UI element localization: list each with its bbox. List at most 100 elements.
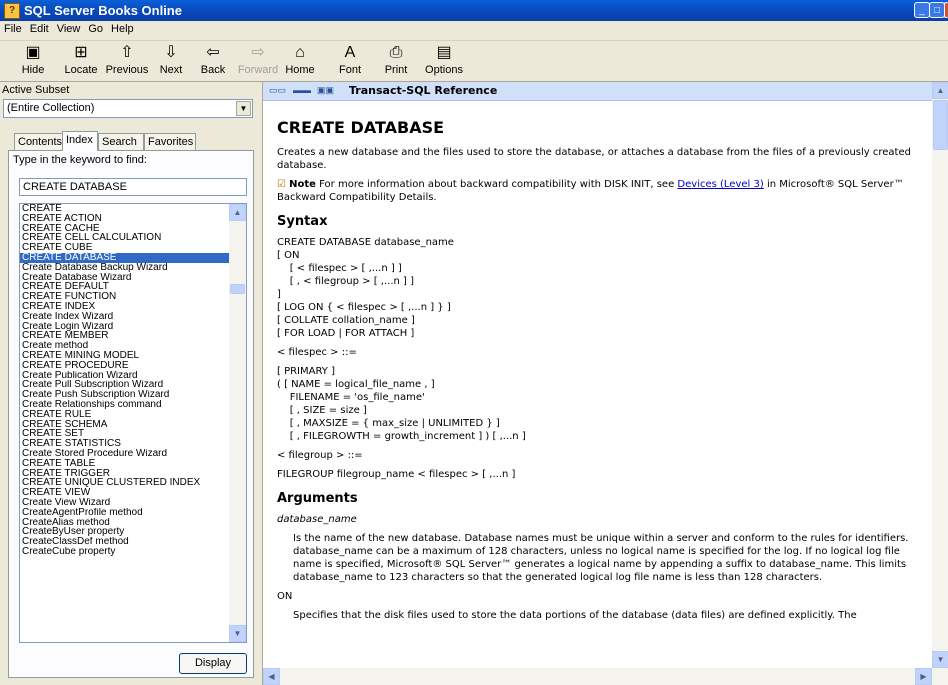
forward-icon: ⇨: [251, 44, 265, 61]
index-item[interactable]: CREATE MINING MODEL: [20, 351, 230, 361]
code-line: [ , SIZE = size ]: [277, 405, 367, 416]
scroll-left-icon[interactable]: ◀: [263, 668, 280, 685]
close-button[interactable]: [944, 2, 948, 18]
index-item[interactable]: CREATE VIEW: [20, 488, 230, 498]
filespec-block: [ PRIMARY ] ( [ NAME = logical_file_name …: [277, 365, 927, 443]
active-subset-label: Active Subset: [2, 84, 70, 96]
scroll-down-icon[interactable]: ▼: [932, 651, 948, 668]
index-item[interactable]: CREATE TABLE: [20, 459, 230, 469]
index-item[interactable]: CreateAgentProfile method: [20, 508, 230, 518]
topic-horizontal-scrollbar[interactable]: ◀ ▶: [263, 668, 948, 685]
index-item[interactable]: CREATE FUNCTION: [20, 292, 230, 302]
menu-view[interactable]: View: [53, 21, 85, 35]
see-also-icon[interactable]: ▭▭: [269, 84, 286, 96]
index-item[interactable]: CREATE DATABASE: [20, 252, 230, 263]
arguments-heading: Arguments: [277, 491, 358, 506]
display-button[interactable]: Display: [179, 653, 247, 674]
index-item[interactable]: CreateClassDef method: [20, 537, 230, 547]
index-item[interactable]: CREATE SCHEMA: [20, 420, 230, 430]
topic-intro: Creates a new database and the files use…: [277, 147, 911, 171]
back-button[interactable]: ⇦ Back: [197, 43, 229, 79]
chevron-down-icon[interactable]: ▼: [236, 101, 251, 116]
options-button[interactable]: ▤ Options: [424, 43, 464, 79]
index-item[interactable]: CREATE SET: [20, 429, 230, 439]
index-item[interactable]: CREATE TRIGGER: [20, 469, 230, 479]
previous-button[interactable]: ⇧ Previous: [104, 43, 150, 79]
index-item[interactable]: Create Pull Subscription Wizard: [20, 380, 230, 390]
arg-database-name: database_name: [277, 514, 357, 525]
font-button[interactable]: A Font: [334, 43, 366, 79]
index-item[interactable]: Create Relationships command: [20, 400, 230, 410]
code-line: [ COLLATE collation_name ]: [277, 315, 415, 326]
scroll-right-icon[interactable]: ▶: [915, 668, 932, 685]
scroll-up-icon[interactable]: ▲: [932, 82, 948, 99]
active-subset-dropdown[interactable]: (Entire Collection) ▼: [3, 99, 253, 118]
code-line: [ < filespec > [ ,...n ] ]: [277, 263, 402, 274]
arg-database-name-desc: Is the name of the new database. Databas…: [293, 533, 909, 583]
topic-vertical-scrollbar[interactable]: ▲ ▼: [932, 82, 948, 685]
index-list[interactable]: CREATE CREATE ACTION CREATE CACHE CREATE CE…: [19, 203, 247, 643]
note-label: Note: [289, 179, 316, 190]
previous-icon: ⇧: [120, 44, 134, 61]
sync-topic-icon[interactable]: ▣▣: [317, 84, 334, 96]
maximize-button[interactable]: □: [929, 2, 945, 18]
index-item[interactable]: CREATE CACHE: [20, 224, 230, 234]
window-title: SQL Server Books Online: [24, 3, 182, 18]
index-item[interactable]: Create Stored Procedure Wizard: [20, 449, 230, 459]
keyword-input[interactable]: CREATE DATABASE: [19, 178, 247, 196]
menu-bar: File Edit View Go Help: [0, 21, 948, 41]
index-item[interactable]: CREATE INDEX: [20, 302, 230, 312]
minimize-button[interactable]: _: [914, 2, 930, 18]
scroll-down-icon[interactable]: ▼: [229, 625, 246, 642]
forward-button[interactable]: ⇨ Forward: [235, 43, 281, 79]
menu-help[interactable]: Help: [107, 21, 138, 35]
index-item[interactable]: Create Publication Wizard: [20, 371, 230, 381]
index-item[interactable]: CreateByUser property: [20, 527, 230, 537]
index-item[interactable]: CREATE CUBE: [20, 243, 230, 253]
index-item[interactable]: CreateCube property: [20, 547, 230, 557]
locate-icon: ⊞: [74, 44, 88, 61]
index-item[interactable]: CREATE ACTION: [20, 214, 230, 224]
scroll-thumb[interactable]: [933, 100, 948, 150]
index-item[interactable]: CreateAlias method: [20, 518, 230, 528]
tab-favorites[interactable]: Favorites: [144, 133, 196, 150]
index-scrollbar[interactable]: ▲ ▼: [229, 204, 246, 642]
note-text-pre: For more information about backward comp…: [319, 179, 675, 190]
menu-edit[interactable]: Edit: [26, 21, 53, 35]
menu-file[interactable]: File: [0, 21, 26, 35]
topic-breadcrumb[interactable]: Transact-SQL Reference: [349, 84, 497, 97]
index-item[interactable]: CREATE CELL CALCULATION: [20, 233, 230, 243]
index-item[interactable]: CREATE RULE: [20, 410, 230, 420]
index-item[interactable]: Create Push Subscription Wizard: [20, 390, 230, 400]
index-item[interactable]: CREATE MEMBER: [20, 331, 230, 341]
tab-contents[interactable]: Contents: [14, 133, 64, 150]
index-item[interactable]: Create Database Backup Wizard: [20, 263, 230, 273]
hide-button[interactable]: ▣ Hide: [16, 43, 50, 79]
title-bar: ? SQL Server Books Online _ □: [0, 0, 948, 21]
index-item[interactable]: Create method: [20, 341, 230, 351]
home-button[interactable]: ⌂ Home: [284, 43, 316, 79]
index-item[interactable]: CREATE: [20, 204, 230, 214]
next-button[interactable]: ⇩ Next: [155, 43, 187, 79]
app-help-icon: ?: [4, 3, 20, 19]
arg-on-desc: Specifies that the disk files used to st…: [293, 610, 857, 621]
index-item[interactable]: CREATE PROCEDURE: [20, 361, 230, 371]
index-item[interactable]: CREATE UNIQUE CLUSTERED INDEX: [20, 478, 230, 488]
index-item[interactable]: CREATE STATISTICS: [20, 439, 230, 449]
devices-link[interactable]: Devices (Level 3): [677, 179, 763, 190]
tab-search[interactable]: Search: [98, 133, 144, 150]
next-icon: ⇩: [164, 44, 178, 61]
locate-button[interactable]: ⊞ Locate: [60, 43, 102, 79]
index-item[interactable]: Create Login Wizard: [20, 322, 230, 332]
index-item[interactable]: CREATE DEFAULT: [20, 282, 230, 292]
scroll-up-icon[interactable]: ▲: [229, 204, 246, 221]
index-item[interactable]: Create View Wizard: [20, 498, 230, 508]
index-item[interactable]: Create Index Wizard: [20, 312, 230, 322]
code-line: CREATE DATABASE database_name: [277, 237, 454, 248]
scroll-thumb[interactable]: [230, 284, 245, 294]
print-button[interactable]: ⎙ Print: [380, 43, 412, 79]
menu-go[interactable]: Go: [84, 21, 107, 35]
tab-index[interactable]: Index: [62, 131, 98, 151]
index-item[interactable]: Create Database Wizard: [20, 273, 230, 283]
related-topics-icon[interactable]: ▬▬: [293, 84, 311, 96]
